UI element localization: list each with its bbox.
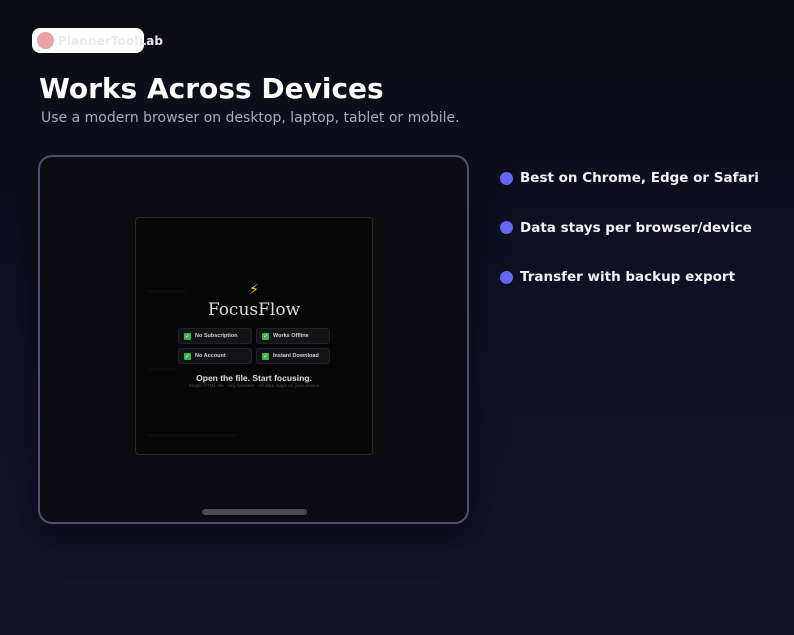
cta-heading: Open the file. Start focusing.	[196, 373, 312, 383]
brand-name: PlannerToolLab	[58, 33, 164, 48]
check-icon: ✓	[262, 352, 269, 360]
screen-ghost-line	[146, 434, 238, 437]
feature-label: Instant Download	[273, 353, 319, 359]
home-indicator-bar	[202, 509, 307, 515]
brand-pill[interactable]: PlannerToolLab	[32, 28, 163, 53]
benefit-item: Transfer with backup export	[500, 267, 759, 287]
feature-label: No Account	[195, 353, 226, 359]
benefit-item: Data stays per browser/device	[500, 218, 759, 238]
benefit-list: Best on Chrome, Edge or Safari Data stay…	[500, 168, 759, 317]
tablet-screen: ⚡ FocusFlow ✓ No Subscription ✓ Works Of…	[135, 217, 373, 455]
feature-grid: ✓ No Subscription ✓ Works Offline ✓ No A…	[178, 328, 330, 364]
feature-label: Works Offline	[273, 333, 309, 339]
brand-logo-icon	[37, 32, 54, 49]
page-subtitle: Use a modern browser on desktop, laptop,…	[41, 110, 460, 126]
feature-label: No Subscription	[195, 333, 238, 339]
benefit-label: Data stays per browser/device	[520, 219, 752, 236]
cta-subtext: Single HTML file · Any browser · All dat…	[188, 384, 320, 389]
feature-chip: ✓ No Account	[178, 348, 252, 364]
check-icon: ✓	[184, 352, 191, 360]
benefit-label: Transfer with backup export	[520, 269, 736, 285]
check-icon: ✓	[184, 332, 191, 340]
app-title: FocusFlow	[207, 300, 301, 320]
screen-ghost-line	[146, 368, 176, 371]
bolt-icon: ⚡	[249, 282, 259, 298]
bullet-dot-icon	[500, 270, 513, 284]
feature-chip: ✓ Instant Download	[256, 348, 330, 364]
bullet-dot-icon	[500, 171, 513, 185]
check-icon: ✓	[262, 332, 269, 340]
benefit-item: Best on Chrome, Edge or Safari	[500, 168, 759, 188]
tablet-mockup: ⚡ FocusFlow ✓ No Subscription ✓ Works Of…	[38, 155, 469, 524]
page-title: Works Across Devices	[39, 72, 384, 105]
bullet-dot-icon	[500, 221, 513, 234]
benefit-label: Best on Chrome, Edge or Safari	[520, 170, 759, 186]
feature-chip: ✓ Works Offline	[256, 328, 330, 344]
feature-chip: ✓ No Subscription	[178, 328, 252, 344]
